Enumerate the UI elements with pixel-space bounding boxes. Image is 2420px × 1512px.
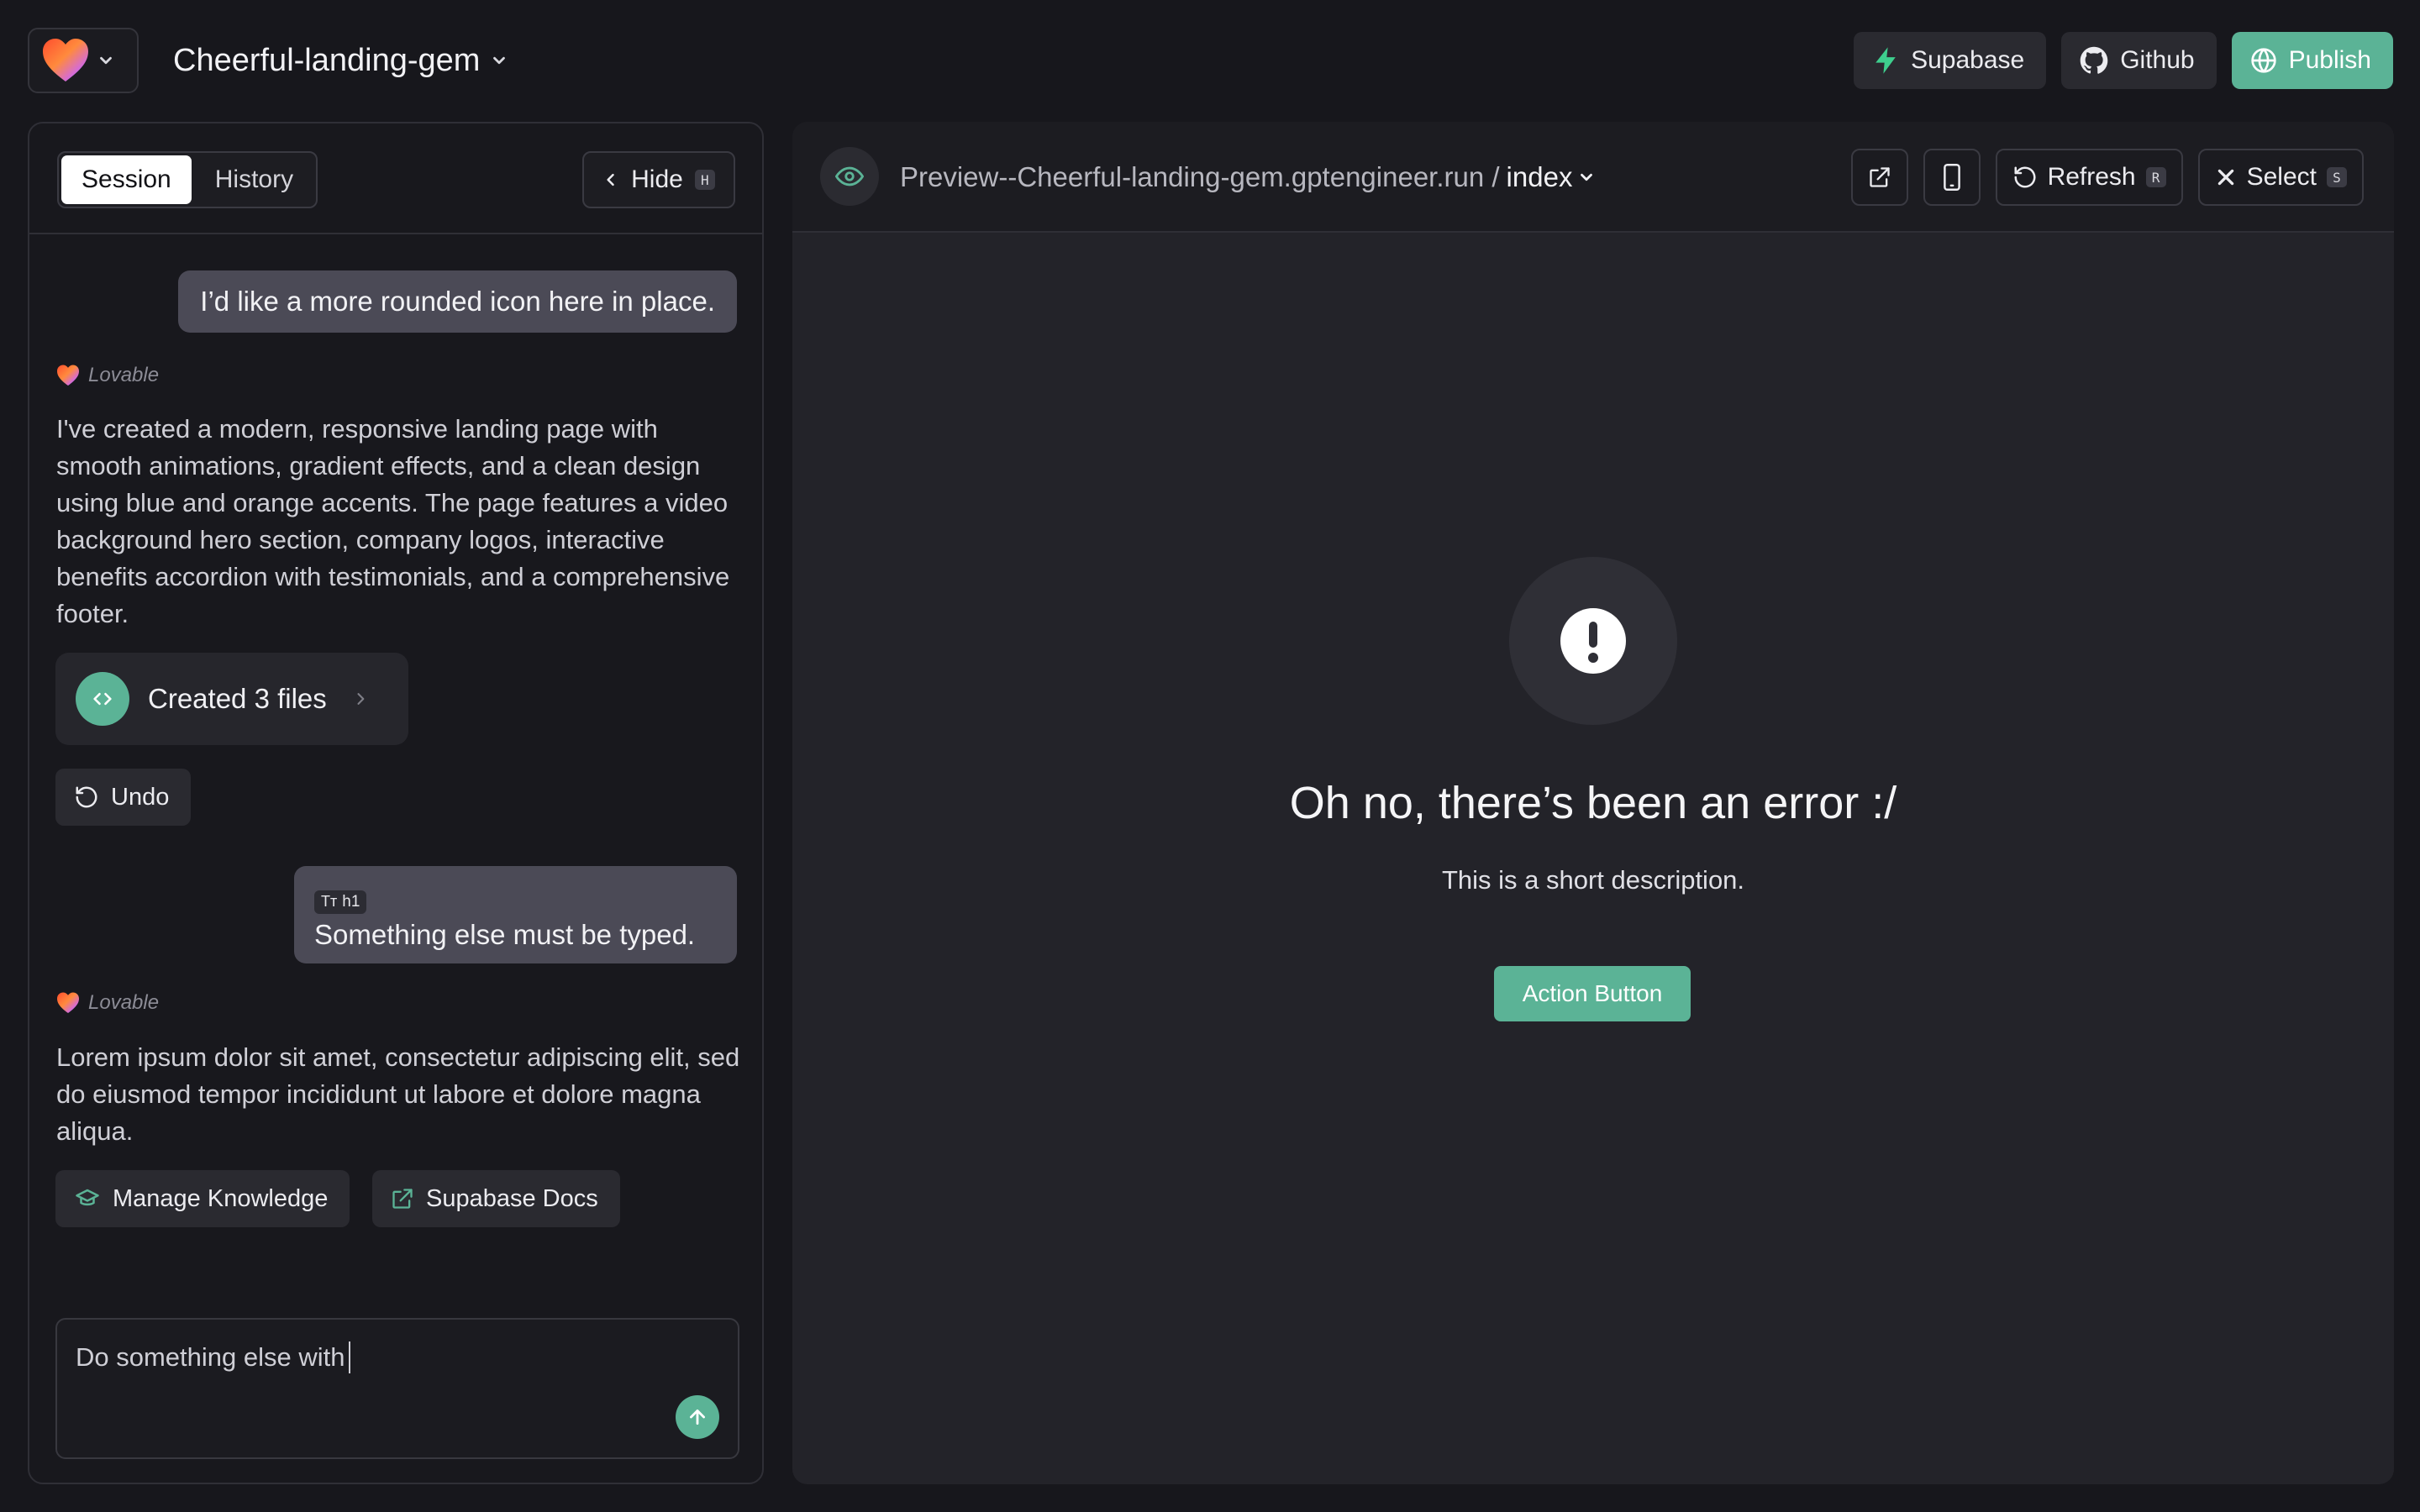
select-shortcut-key: S — [2327, 167, 2347, 187]
chevron-left-icon — [602, 171, 619, 188]
select-button[interactable]: Select S — [2197, 149, 2364, 206]
top-actions: Supabase Github Publish — [1854, 32, 2393, 89]
preview-panel: Preview--Cheerful-landing-gem.gptenginee… — [792, 122, 2394, 1484]
hide-label: Hide — [631, 165, 683, 193]
prompt-input-value: Do something else with — [76, 1342, 345, 1372]
open-external-button[interactable] — [1850, 149, 1908, 206]
supabase-docs-button[interactable]: Supabase Docs — [372, 1170, 620, 1227]
refresh-label: Refresh — [2047, 163, 2136, 191]
close-icon — [2215, 166, 2237, 188]
undo-label: Undo — [111, 783, 170, 811]
user-message: I’d like a more rounded icon here in pla… — [178, 270, 737, 333]
element-tag: Tт h1 — [314, 890, 367, 914]
heart-logo-icon — [56, 992, 80, 1014]
prompt-input[interactable]: Do something else with — [55, 1318, 739, 1459]
text-icon: Tт — [321, 893, 338, 910]
chevron-right-icon — [352, 690, 369, 707]
heart-logo-icon — [41, 38, 90, 83]
send-button[interactable] — [676, 1395, 719, 1439]
hide-panel-button[interactable]: Hide H — [582, 151, 735, 208]
chat-panel-header: Session History Hide H — [29, 123, 762, 234]
code-icon — [76, 672, 129, 726]
eye-icon — [835, 162, 864, 191]
github-button[interactable]: Github — [2061, 32, 2217, 89]
chevron-down-icon — [1577, 168, 1596, 186]
chat-panel: Session History Hide H I’d like a more r… — [28, 122, 764, 1484]
undo-icon — [74, 785, 99, 810]
project-selector[interactable]: Cheerful-landing-gem — [173, 37, 508, 84]
chevron-down-icon — [97, 51, 115, 70]
assistant-name: Lovable — [88, 364, 160, 386]
page-selector[interactable]: index — [1507, 161, 1597, 193]
supabase-label: Supabase — [1911, 46, 2025, 74]
preview-url: Preview--Cheerful-landing-gem.gptenginee… — [900, 154, 1596, 201]
text-caret — [348, 1341, 350, 1373]
preview-actions: Refresh R Select S — [1850, 149, 2364, 206]
tab-history[interactable]: History — [195, 155, 313, 204]
error-icon-container — [1509, 557, 1677, 725]
manage-knowledge-button[interactable]: Manage Knowledge — [55, 1170, 350, 1227]
mobile-icon — [1941, 164, 1963, 191]
top-bar: Cheerful-landing-gem Supabase Github Pub… — [0, 0, 2420, 121]
preview-url-prefix: Preview--Cheerful-landing-gem.gptenginee… — [900, 161, 1500, 192]
preview-mode-button[interactable] — [820, 147, 879, 206]
publish-button[interactable]: Publish — [2231, 32, 2393, 89]
action-button[interactable]: Action Button — [1494, 966, 1691, 1021]
user-message-text: Something else must be typed. — [314, 918, 696, 950]
supabase-button[interactable]: Supabase — [1854, 32, 2047, 89]
error-title: Oh no, there’s been an error :/ — [1289, 778, 1897, 828]
heart-logo-icon — [56, 365, 80, 386]
manage-knowledge-label: Manage Knowledge — [113, 1184, 329, 1212]
hide-shortcut-key: H — [694, 170, 715, 190]
mobile-view-button[interactable] — [1923, 149, 1981, 206]
chevron-down-icon — [490, 51, 508, 70]
github-label: Github — [2120, 46, 2195, 74]
external-link-icon — [1868, 165, 1891, 189]
preview-header: Preview--Cheerful-landing-gem.gptenginee… — [792, 122, 2394, 233]
refresh-button[interactable]: Refresh R — [1995, 149, 2183, 206]
page-name: index — [1506, 161, 1573, 192]
undo-button[interactable]: Undo — [55, 769, 192, 826]
created-files-label: Created 3 files — [148, 683, 327, 714]
app-menu-button[interactable] — [28, 28, 139, 93]
graduation-cap-icon — [74, 1186, 101, 1211]
assistant-label: Lovable — [56, 991, 159, 1015]
element-tag-label: h1 — [342, 892, 360, 911]
refresh-shortcut-key: R — [2145, 167, 2166, 187]
user-message: Tт h1 Something else must be typed. — [294, 866, 737, 963]
assistant-name: Lovable — [88, 991, 160, 1014]
globe-icon — [2250, 47, 2277, 74]
assistant-message: I've created a modern, responsive landin… — [56, 414, 730, 628]
project-name: Cheerful-landing-gem — [173, 42, 481, 78]
assistant-label: Lovable — [56, 364, 159, 387]
supabase-docs-label: Supabase Docs — [426, 1184, 598, 1212]
external-link-icon — [391, 1187, 414, 1210]
github-icon — [2080, 46, 2108, 75]
user-message-text: I’d like a more rounded icon here in pla… — [200, 286, 715, 317]
assistant-message: Lorem ipsum dolor sit amet, consectetur … — [56, 1042, 740, 1146]
arrow-up-icon — [687, 1406, 708, 1428]
error-description: This is a short description. — [1441, 865, 1745, 895]
tab-session[interactable]: Session — [61, 155, 192, 204]
session-history-toggle: Session History — [57, 151, 318, 208]
bolt-icon — [1872, 46, 1899, 75]
exclamation-icon — [1560, 607, 1627, 675]
created-files-card[interactable]: Created 3 files — [55, 653, 408, 745]
select-label: Select — [2246, 163, 2317, 191]
publish-label: Publish — [2288, 46, 2371, 74]
prompt-input-text[interactable]: Do something else with — [76, 1341, 350, 1373]
refresh-icon — [2012, 165, 2038, 190]
